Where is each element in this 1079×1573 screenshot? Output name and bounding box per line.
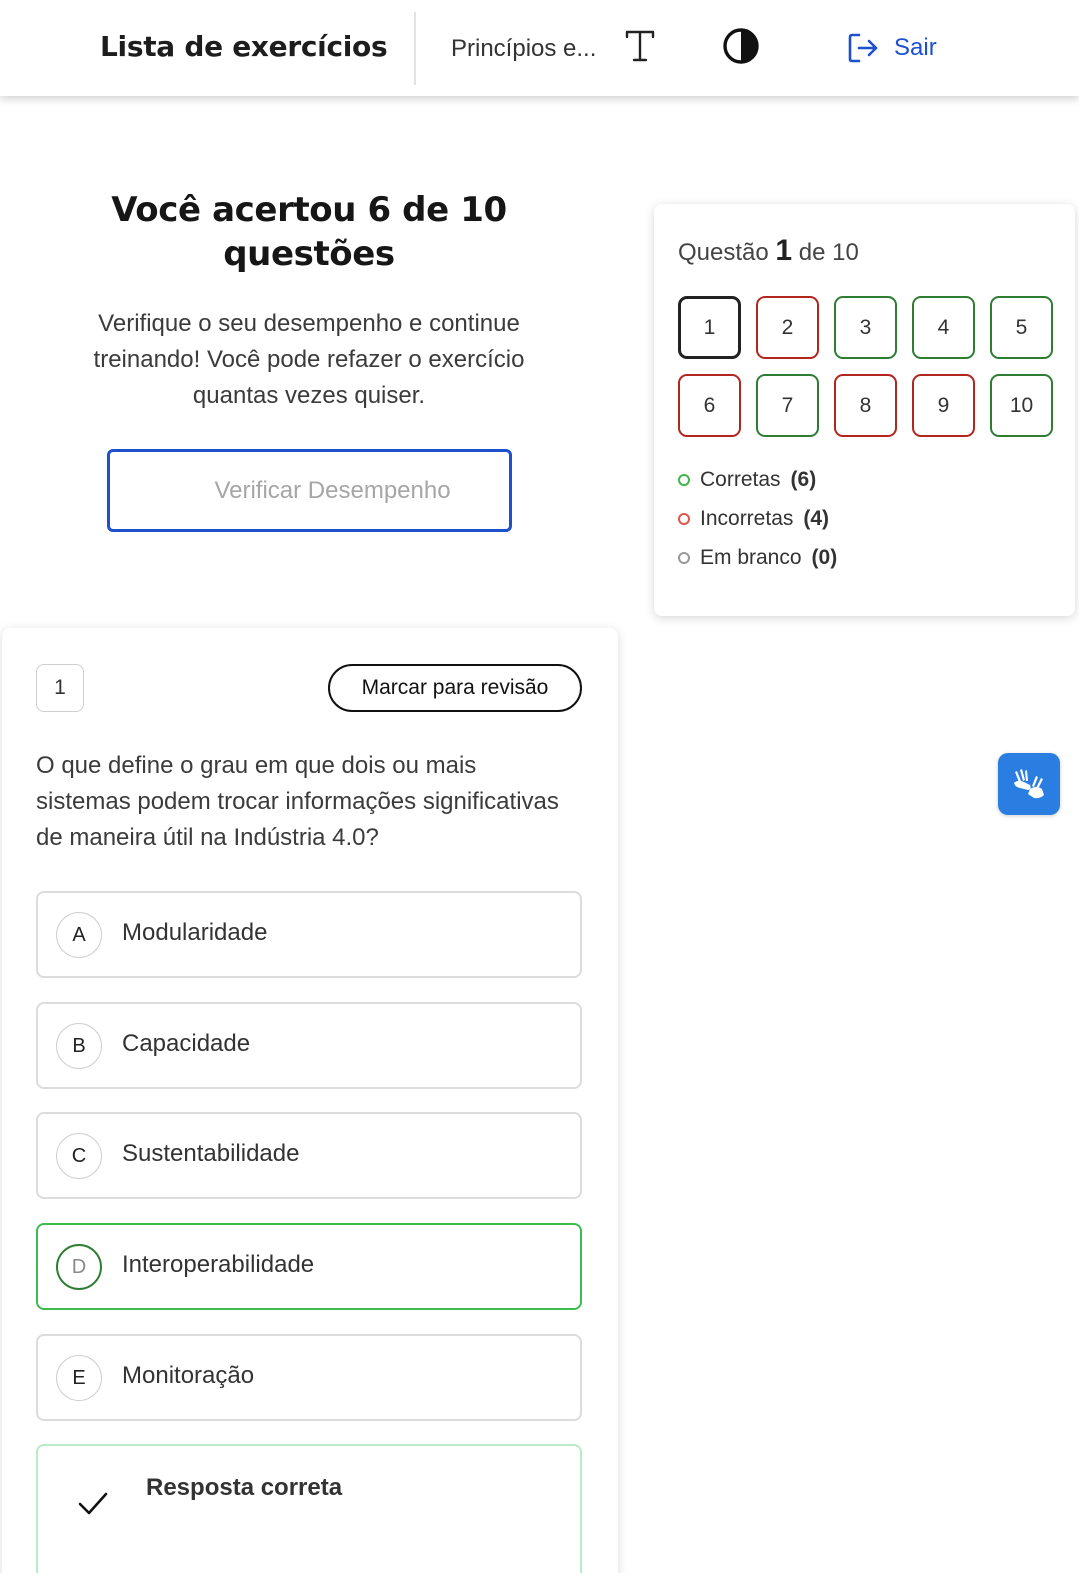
result-description: Verifique o seu desempenho e continue tr… [93, 310, 525, 409]
text-size-icon[interactable] [622, 26, 658, 66]
question-button-6[interactable]: 6 [678, 374, 741, 437]
legend-blank-label: Em branco [700, 545, 802, 569]
logout-label: Sair [894, 34, 937, 61]
verify-performance-button[interactable]: Verificar Desempenho [107, 449, 512, 532]
option-b[interactable]: B Capacidade [36, 1002, 582, 1089]
option-letter: C [56, 1133, 102, 1179]
subject-name[interactable]: Princípios e... [451, 35, 596, 63]
feedback-title: Resposta correta [146, 1474, 343, 1501]
option-letter: E [56, 1355, 102, 1401]
incorrect-dot-icon [678, 512, 690, 525]
option-label: Sustentabilidade [122, 1140, 300, 1167]
logout-button[interactable]: Sair [846, 30, 937, 66]
option-label: Modularidade [122, 919, 268, 946]
page-title: Lista de exercícios [100, 30, 388, 63]
counter-current: 1 [775, 234, 793, 267]
sign-language-icon [1014, 769, 1044, 799]
legend-correct: Corretas (6) [678, 460, 837, 499]
question-button-2[interactable]: 2 [756, 296, 819, 359]
header-divider [414, 12, 416, 85]
option-label: Interoperabilidade [122, 1251, 315, 1278]
legend-incorrect-count: (4) [803, 506, 830, 530]
counter-suffix: de 10 [798, 239, 859, 266]
result-summary: Você acertou 6 de 10 questões Verifique … [30, 188, 588, 414]
status-legend: Corretas (6) Incorretas (4) Em branco (0… [678, 460, 837, 577]
sign-language-button[interactable] [998, 753, 1060, 815]
result-heading: Você acertou 6 de 10 questões [111, 190, 507, 274]
question-text: O que define o grau em que dois ou mais … [36, 752, 559, 851]
question-button-8[interactable]: 8 [834, 374, 897, 437]
correct-dot-icon [678, 473, 690, 486]
contrast-icon[interactable] [721, 26, 761, 66]
question-button-9[interactable]: 9 [912, 374, 975, 437]
legend-blank: Em branco (0) [678, 538, 837, 577]
option-d[interactable]: D Interoperabilidade [36, 1223, 582, 1310]
question-navigator: Questão 1 de 10 1 2 3 4 5 6 7 8 9 10 Cor… [654, 204, 1075, 616]
option-e[interactable]: E Monitoração [36, 1334, 582, 1421]
question-button-1[interactable]: 1 [678, 296, 741, 359]
legend-blank-count: (0) [811, 545, 838, 569]
question-counter: Questão 1 de 10 [678, 234, 859, 268]
question-grid: 1 2 3 4 5 6 7 8 9 10 [678, 296, 1053, 437]
option-letter: D [56, 1244, 102, 1290]
counter-prefix: Questão [678, 239, 769, 266]
legend-incorrect: Incorretas (4) [678, 499, 837, 538]
legend-correct-count: (6) [790, 467, 817, 491]
question-number-badge: 1 [36, 664, 84, 712]
legend-incorrect-label: Incorretas [700, 506, 794, 530]
option-letter: A [56, 912, 102, 958]
question-card: 1 Marcar para revisão O que define o gra… [2, 628, 618, 1573]
question-button-5[interactable]: 5 [990, 296, 1053, 359]
option-c[interactable]: C Sustentabilidade [36, 1112, 582, 1199]
top-header: Lista de exercícios Princípios e... Sair [0, 0, 1079, 96]
blank-dot-icon [678, 551, 690, 564]
checkmark-icon [78, 1492, 108, 1515]
answer-feedback: Resposta correta [36, 1444, 582, 1573]
legend-correct-label: Corretas [700, 467, 781, 491]
question-button-10[interactable]: 10 [990, 374, 1053, 437]
option-letter: B [56, 1023, 102, 1069]
mark-for-review-button[interactable]: Marcar para revisão [328, 664, 582, 712]
question-button-4[interactable]: 4 [912, 296, 975, 359]
logout-icon [848, 33, 878, 63]
option-a[interactable]: A Modularidade [36, 891, 582, 978]
option-label: Capacidade [122, 1030, 251, 1057]
question-button-3[interactable]: 3 [834, 296, 897, 359]
question-button-7[interactable]: 7 [756, 374, 819, 437]
option-label: Monitoração [122, 1362, 255, 1389]
